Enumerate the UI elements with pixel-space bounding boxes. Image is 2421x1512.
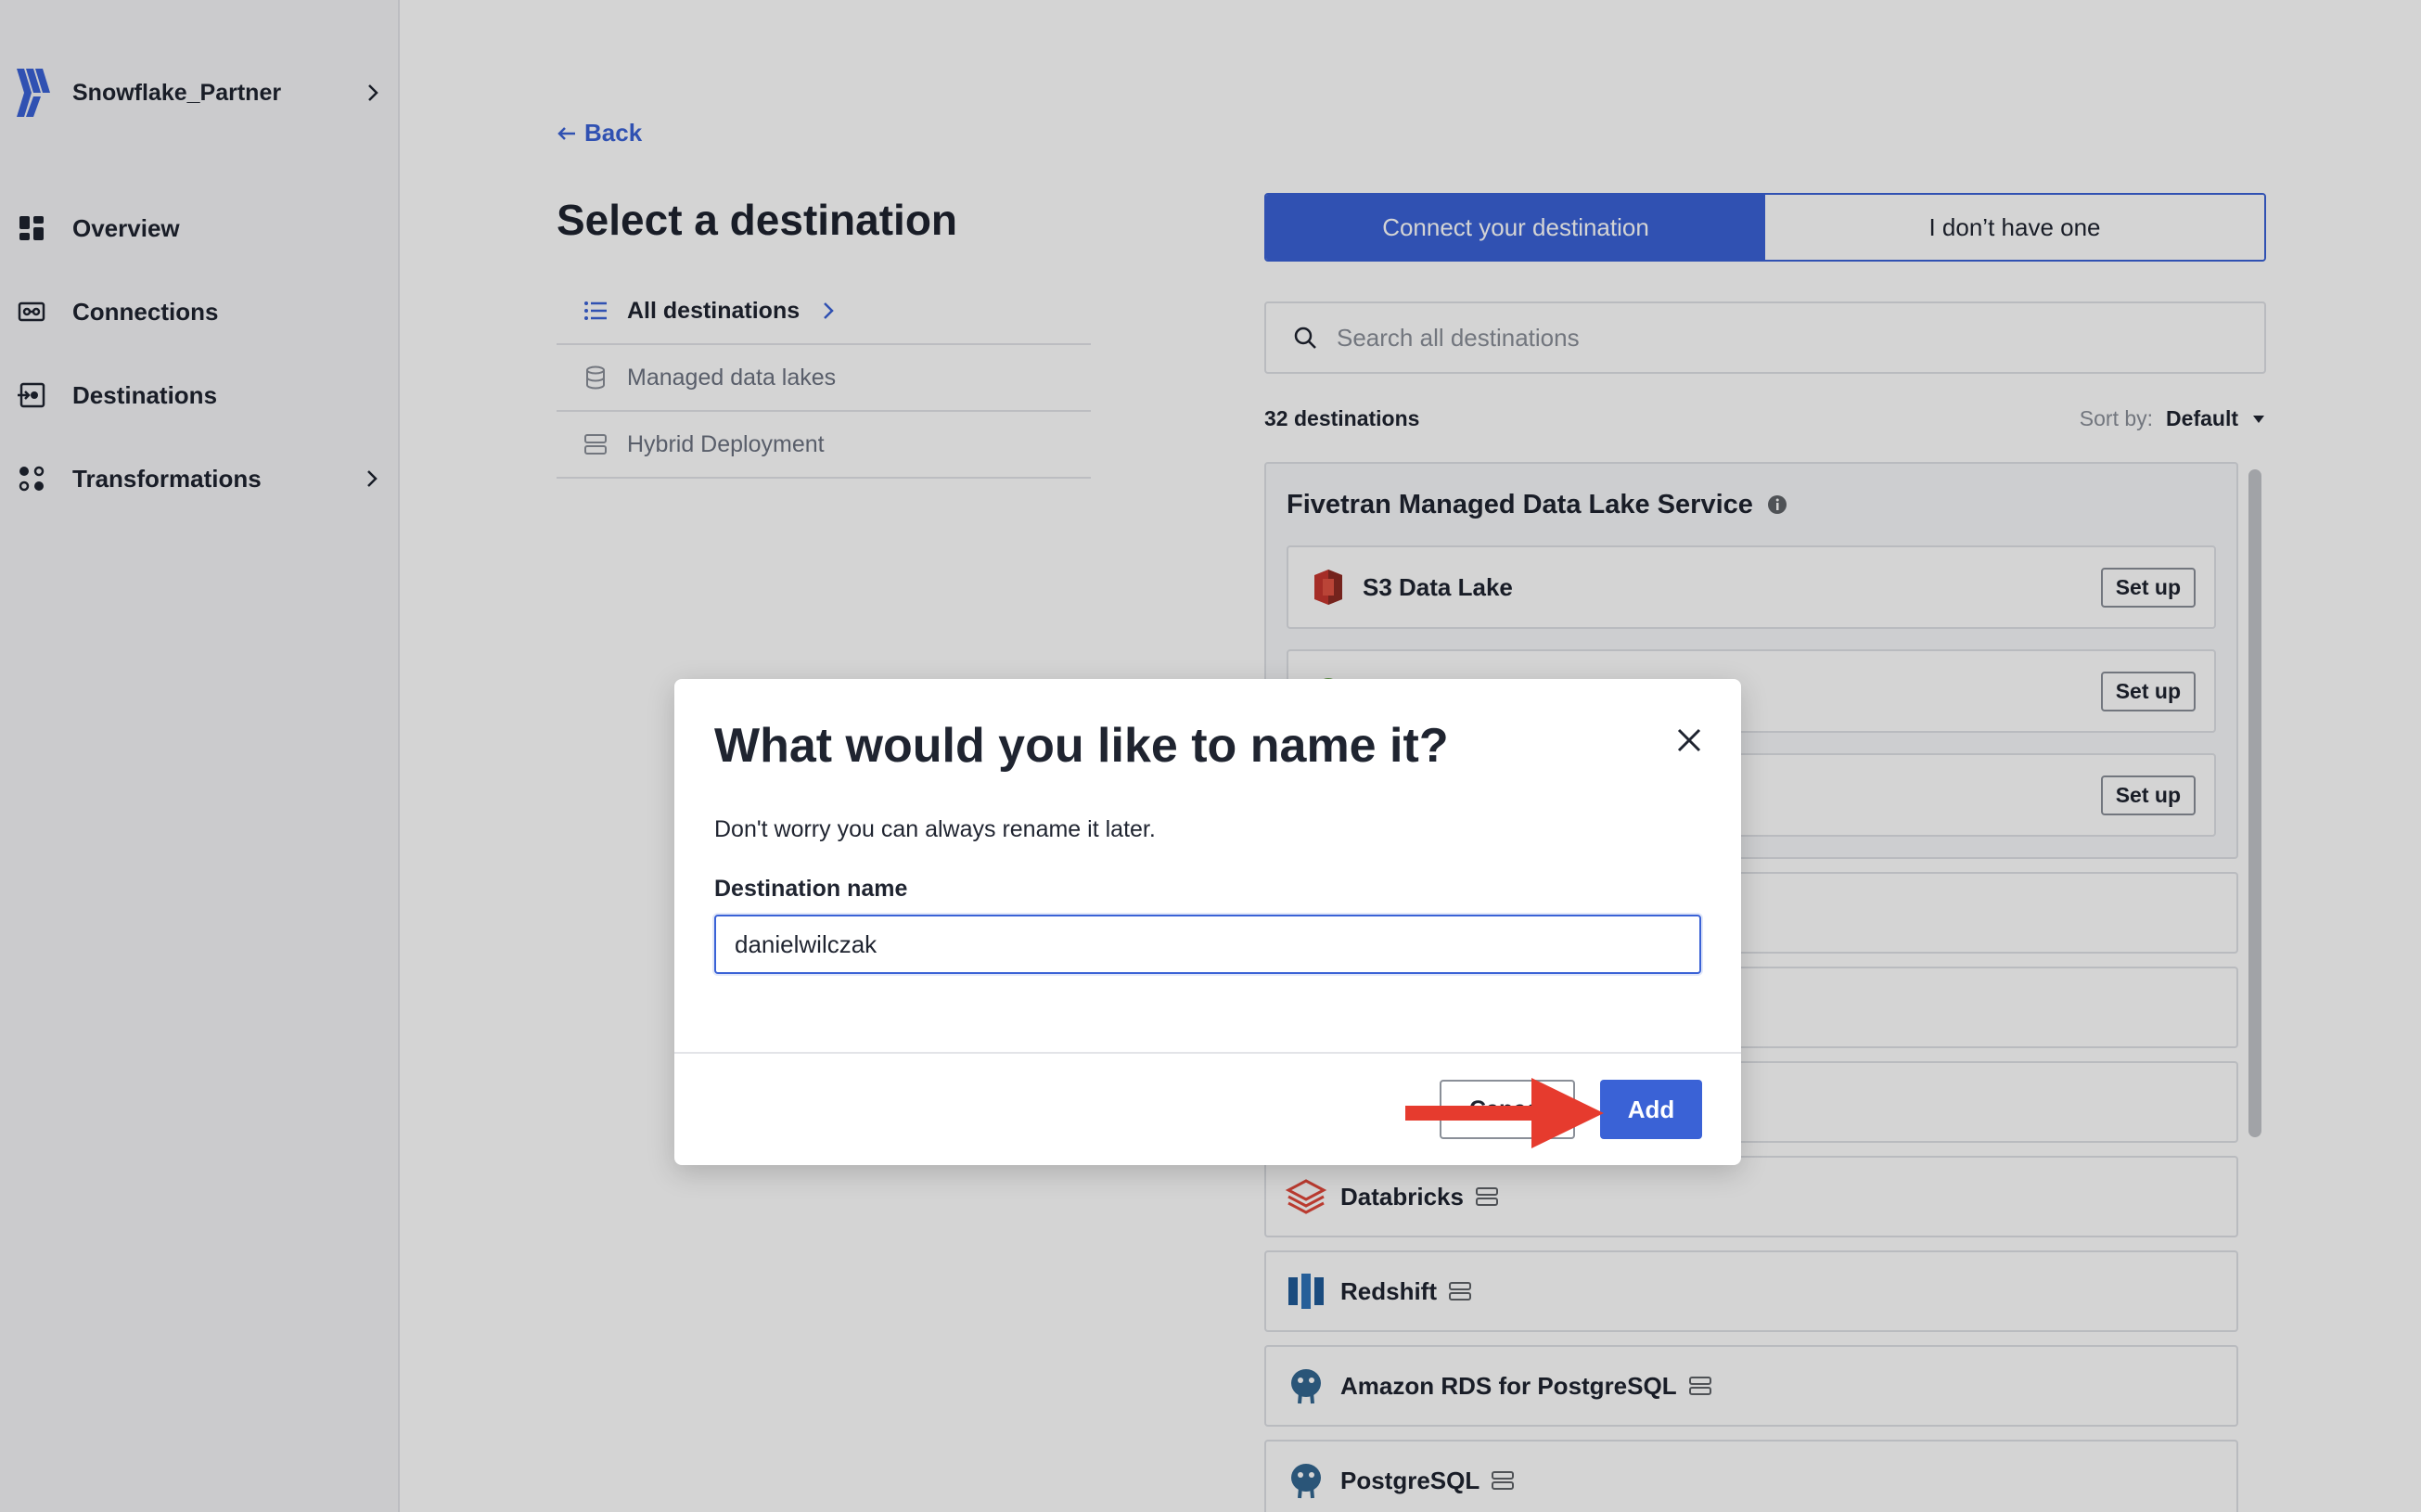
dialog-title: What would you like to name it? [714,719,1449,773]
dialog-subtitle: Don't worry you can always rename it lat… [714,816,1156,842]
annotation-arrow-icon [1405,1078,1604,1148]
destination-name-label: Destination name [714,876,908,902]
dialog-divider [674,1052,1741,1054]
destination-name-field[interactable] [714,915,1701,974]
close-icon[interactable] [1674,725,1704,755]
add-button[interactable]: Add [1600,1080,1702,1139]
